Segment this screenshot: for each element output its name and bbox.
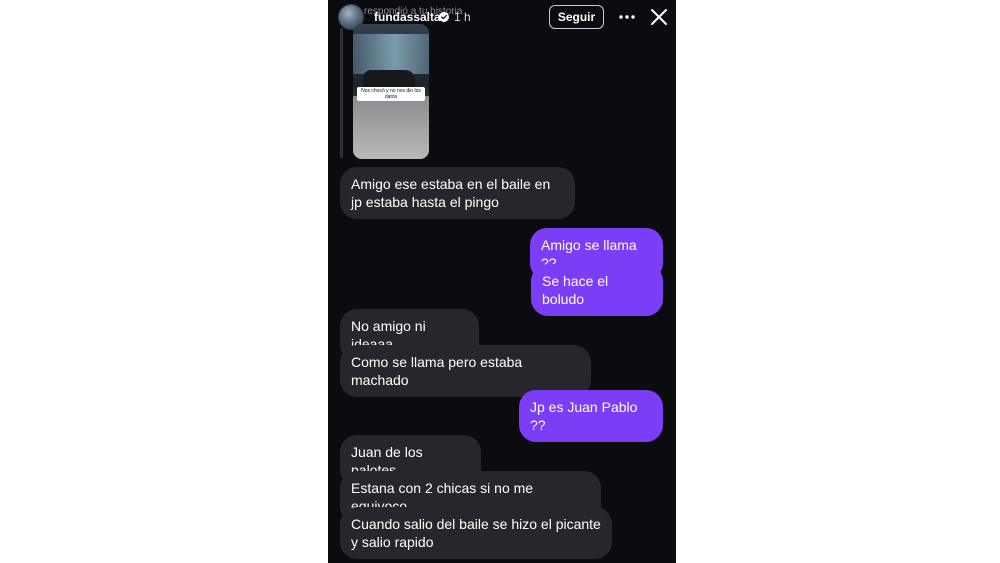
verified-badge-icon [439, 12, 449, 22]
message-sent: Jp es Juan Pablo ?? [519, 390, 663, 442]
reply-quote-bar [340, 28, 343, 158]
username[interactable]: fundassalta [374, 10, 441, 24]
message-sent: Se hace el boludo [531, 264, 663, 316]
close-icon[interactable] [649, 7, 669, 27]
follow-button[interactable]: Seguir [549, 5, 604, 29]
message-received: Amigo ese estaba en el baile en jp estab… [340, 167, 575, 219]
story-caption: Nos chocó y no nos dio los datos [357, 87, 425, 101]
story-reply-view: respondió a tu historia fundassalta 1 h … [328, 0, 676, 563]
more-options-icon[interactable] [618, 9, 636, 25]
message-received: Cuando salio del baile se hizo el picant… [340, 507, 612, 559]
story-thumbnail[interactable]: Nos chocó y no nos dio los datos [353, 24, 429, 159]
post-time: 1 h [454, 10, 471, 24]
